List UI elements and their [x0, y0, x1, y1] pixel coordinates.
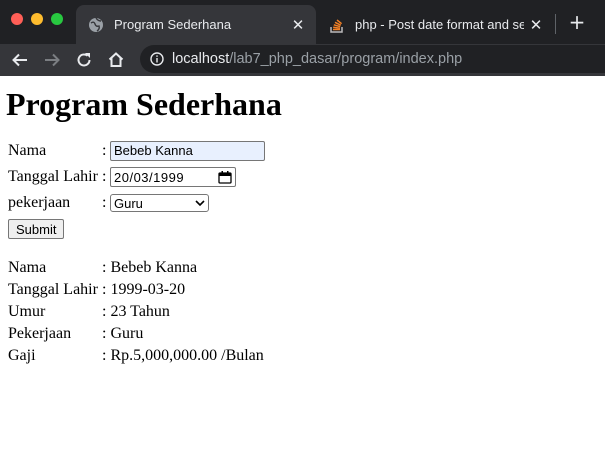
- result-row: Umur : 23 Tahun: [8, 301, 597, 323]
- home-button[interactable]: [104, 48, 128, 72]
- url-path: /lab7_php_dasar/program/index.php: [229, 51, 463, 67]
- form-row-pekerjaan: pekerjaan : Guru: [8, 190, 597, 216]
- home-icon: [108, 52, 124, 67]
- result-value: : 23 Tahun: [102, 303, 170, 320]
- reload-button[interactable]: [72, 48, 96, 72]
- result-row: Pekerjaan : Guru: [8, 323, 597, 345]
- result-label: Gaji: [8, 347, 36, 364]
- result-value: : Guru: [102, 325, 144, 342]
- form-row-tanggal-lahir: Tanggal Lahir : 20/03/1999: [8, 164, 597, 190]
- result-section: Nama : Bebeb Kanna Tanggal Lahir : 1999-…: [8, 257, 597, 367]
- stackoverflow-icon: [330, 18, 343, 33]
- close-window-button[interactable]: [11, 13, 23, 25]
- calendar-icon[interactable]: [218, 170, 232, 184]
- result-row: Gaji : Rp.5,000,000.00 /Bulan: [8, 345, 597, 367]
- result-value: : Bebeb Kanna: [102, 259, 198, 276]
- maximize-window-button[interactable]: [51, 13, 63, 25]
- forward-button[interactable]: [40, 48, 64, 72]
- colon: :: [102, 142, 107, 159]
- result-value: : Rp.5,000,000.00 /Bulan: [102, 347, 264, 364]
- arrow-right-icon: [45, 53, 60, 67]
- tab-strip: Program Sederhana ✕ php - Post date form…: [0, 0, 605, 44]
- tab-title: Program Sederhana: [114, 17, 232, 32]
- back-button[interactable]: [8, 48, 32, 72]
- chevron-down-icon: [195, 200, 205, 207]
- result-value: : 1999-03-20: [102, 281, 186, 298]
- date-value: 20/03/1999: [114, 169, 185, 185]
- result-label: Tanggal Lahir: [8, 281, 98, 298]
- window-controls: [11, 13, 63, 25]
- form-row-nama: Nama : Bebeb Kanna: [8, 138, 597, 164]
- result-row: Tanggal Lahir : 1999-03-20: [8, 279, 597, 301]
- tab-divider: [555, 14, 556, 34]
- browser-toolbar: localhost/lab7_php_dasar/program/index.p…: [0, 44, 605, 76]
- tab-program-sederhana[interactable]: Program Sederhana ✕: [76, 5, 316, 44]
- arrow-left-icon: [12, 53, 27, 67]
- globe-icon: [89, 17, 103, 32]
- tanggal-lahir-input[interactable]: 20/03/1999: [110, 167, 236, 187]
- page-title: Program Sederhana: [6, 86, 282, 122]
- url-host: localhost: [172, 51, 230, 67]
- pekerjaan-select[interactable]: Guru: [110, 194, 209, 212]
- select-value: Guru: [114, 195, 143, 211]
- result-label: Nama: [8, 259, 47, 276]
- address-bar[interactable]: localhost/lab7_php_dasar/program/index.p…: [140, 45, 605, 73]
- tab-title: php - Post date format and sele: [355, 17, 524, 32]
- tanggal-lahir-label: Tanggal Lahir: [8, 168, 98, 185]
- new-tab-button[interactable]: +: [566, 10, 588, 34]
- tab-close-button[interactable]: ✕: [286, 16, 310, 34]
- input-form: Nama : Bebeb Kanna Tanggal Lahir : 20/03…: [8, 138, 597, 239]
- result-label: Pekerjaan: [8, 325, 72, 342]
- minimize-window-button[interactable]: [31, 13, 43, 25]
- reload-icon: [77, 53, 91, 67]
- info-icon[interactable]: [150, 52, 164, 66]
- nama-input[interactable]: Bebeb Kanna: [110, 141, 265, 161]
- page-content: Program Sederhana Nama : Bebeb Kanna Tan…: [0, 84, 605, 367]
- tab-stackoverflow[interactable]: php - Post date format and sele ✕: [317, 5, 554, 44]
- colon: :: [102, 168, 107, 185]
- result-row: Nama : Bebeb Kanna: [8, 257, 597, 279]
- colon: :: [102, 194, 107, 211]
- result-label: Umur: [8, 303, 46, 320]
- submit-button[interactable]: Submit: [8, 219, 65, 239]
- tab-close-button[interactable]: ✕: [524, 16, 548, 34]
- nama-label: Nama: [8, 142, 47, 159]
- pekerjaan-label: pekerjaan: [8, 194, 71, 211]
